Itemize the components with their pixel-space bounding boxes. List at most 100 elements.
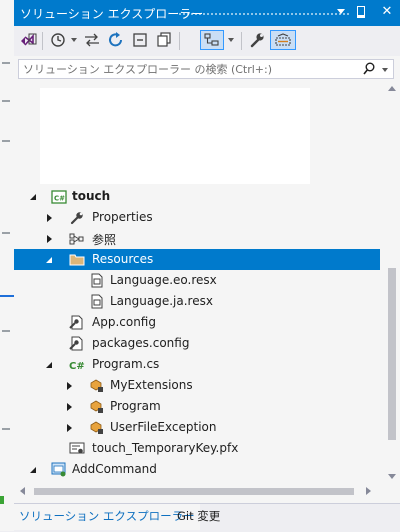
tree-item-label: UserFileException xyxy=(110,420,217,434)
tree-item-touch[interactable]: C# touch xyxy=(14,186,380,207)
editor-margin-mark xyxy=(2,100,10,102)
explorer-toolbar xyxy=(14,26,400,56)
resx-file-icon xyxy=(88,272,106,289)
tree-item-label: MyExtensions xyxy=(110,378,193,392)
editor-edge-strip xyxy=(0,0,15,531)
tree-item-addcommand[interactable]: AddCommand xyxy=(14,459,380,480)
expand-chevron-icon[interactable] xyxy=(64,402,74,412)
close-panel-button[interactable]: ✕ xyxy=(380,4,394,20)
class-icon xyxy=(88,419,106,436)
preview-icon xyxy=(275,33,291,46)
tab-git-changes[interactable]: Git 変更 xyxy=(172,504,225,528)
expand-chevron-icon[interactable] xyxy=(44,234,54,244)
solution-explorer-panel: ソリューション エクスプローラー ✕ ソリューション エクスプローラー の検索 … xyxy=(14,0,400,532)
filter-dropdown-button[interactable] xyxy=(226,30,236,50)
tree-item-temporary-key-pfx[interactable]: touch_TemporaryKey.pfx xyxy=(14,438,380,459)
horizontal-scrollbar[interactable] xyxy=(14,483,384,499)
tree-item-label: Program xyxy=(110,399,161,413)
clock-history-icon xyxy=(50,33,65,47)
collapse-chevron-icon[interactable] xyxy=(44,360,54,370)
tree-item-program-cs[interactable]: C# Program.cs xyxy=(14,354,380,375)
tree-item-label: Language.ja.resx xyxy=(110,294,213,308)
tree-item-label: Language.eo.resx xyxy=(110,273,217,287)
search-button[interactable] xyxy=(363,62,375,79)
tree-item-myextensions[interactable]: MyExtensions xyxy=(14,375,380,396)
editor-change-marker xyxy=(0,496,4,504)
toolbar-separator xyxy=(42,32,43,50)
expand-chevron-icon[interactable] xyxy=(64,381,74,391)
vertical-scrollbar[interactable] xyxy=(384,82,400,483)
two-way-arrow-icon xyxy=(85,33,99,47)
scroll-right-arrow-icon[interactable] xyxy=(366,487,371,495)
properties-button[interactable] xyxy=(247,30,267,50)
scroll-down-arrow-icon[interactable] xyxy=(388,474,396,479)
panel-tab-strip: ソリューション エクスプローラー Git 変更 xyxy=(14,503,400,532)
toolbar-separator xyxy=(241,32,242,50)
show-all-files-button[interactable] xyxy=(154,30,174,50)
auto-hide-pin-button[interactable] xyxy=(354,5,368,21)
switch-views-button[interactable] xyxy=(18,30,38,50)
tree-item-label: App.config xyxy=(92,315,156,329)
certificate-icon xyxy=(68,440,86,457)
search-options-chevron-down-icon[interactable] xyxy=(382,68,388,72)
tree-item-label: Resources xyxy=(92,252,154,266)
close-icon: ✕ xyxy=(381,4,393,19)
tree-item-label: AddCommand xyxy=(72,462,157,476)
wrench-icon xyxy=(68,209,86,226)
solution-tree: C# touch Properties 参照 Resources Languag… xyxy=(14,82,384,483)
tree-item-language-ja-resx[interactable]: Language.ja.resx xyxy=(14,291,380,312)
config-file-icon xyxy=(68,314,86,331)
tree-item-properties[interactable]: Properties xyxy=(14,207,380,228)
tree-item-label: Program.cs xyxy=(92,357,160,371)
csharp-file-icon: C# xyxy=(68,356,86,373)
resx-file-icon xyxy=(88,293,106,310)
search-icon xyxy=(363,62,375,75)
editor-margin-mark xyxy=(2,62,10,64)
show-all-files-icon xyxy=(157,32,171,47)
collapse-chevron-icon[interactable] xyxy=(28,192,38,202)
tree-item-resources[interactable]: Resources xyxy=(14,249,380,270)
filter-tree-icon xyxy=(204,33,219,46)
sync-with-active-document-button[interactable] xyxy=(82,30,102,50)
vertical-scroll-thumb[interactable] xyxy=(388,268,396,440)
preview-selected-items-button[interactable] xyxy=(270,30,296,50)
wrench-icon xyxy=(250,33,264,48)
tree-item-app-config[interactable]: App.config xyxy=(14,312,380,333)
chevron-down-icon xyxy=(70,38,77,42)
expand-chevron-icon[interactable] xyxy=(44,213,54,223)
vs-switch-views-icon xyxy=(21,33,37,46)
tree-item-packages-config[interactable]: packages.config xyxy=(14,333,380,354)
panel-title-bar[interactable]: ソリューション エクスプローラー ✕ xyxy=(14,0,400,26)
tree-item-userfileexception[interactable]: UserFileException xyxy=(14,417,380,438)
scrollbar-corner xyxy=(384,483,400,499)
editor-margin-mark xyxy=(2,232,10,234)
collapse-all-icon xyxy=(133,33,147,47)
collapse-chevron-icon[interactable] xyxy=(28,465,38,475)
refresh-button[interactable] xyxy=(106,30,126,50)
horizontal-scroll-thumb[interactable] xyxy=(34,488,354,495)
tree-blank-region xyxy=(40,88,310,184)
tree-item-references[interactable]: 参照 xyxy=(14,228,380,249)
editor-margin-mark xyxy=(2,428,10,430)
editor-margin-mark xyxy=(2,140,10,142)
collapse-all-button[interactable] xyxy=(130,30,150,50)
svg-text:C#: C# xyxy=(69,361,85,372)
references-icon xyxy=(68,230,86,247)
scroll-left-arrow-icon[interactable] xyxy=(20,487,25,495)
expand-chevron-icon[interactable] xyxy=(64,423,74,433)
chevron-down-icon xyxy=(337,9,345,14)
svg-text:C#: C# xyxy=(54,194,65,202)
title-drag-grip[interactable] xyxy=(178,12,350,16)
history-button[interactable] xyxy=(48,30,78,50)
refresh-icon xyxy=(109,32,122,47)
pending-changes-filter-button[interactable] xyxy=(200,30,224,50)
tree-item-language-eo-resx[interactable]: Language.eo.resx xyxy=(14,270,380,291)
window-position-button[interactable] xyxy=(334,5,348,21)
collapse-chevron-icon[interactable] xyxy=(44,255,54,265)
config-file-icon xyxy=(68,335,86,352)
scroll-up-arrow-icon[interactable] xyxy=(388,86,396,91)
class-icon xyxy=(88,377,106,394)
tree-item-label: touch xyxy=(72,189,111,203)
tree-item-program[interactable]: Program xyxy=(14,396,380,417)
search-input[interactable] xyxy=(23,61,353,77)
